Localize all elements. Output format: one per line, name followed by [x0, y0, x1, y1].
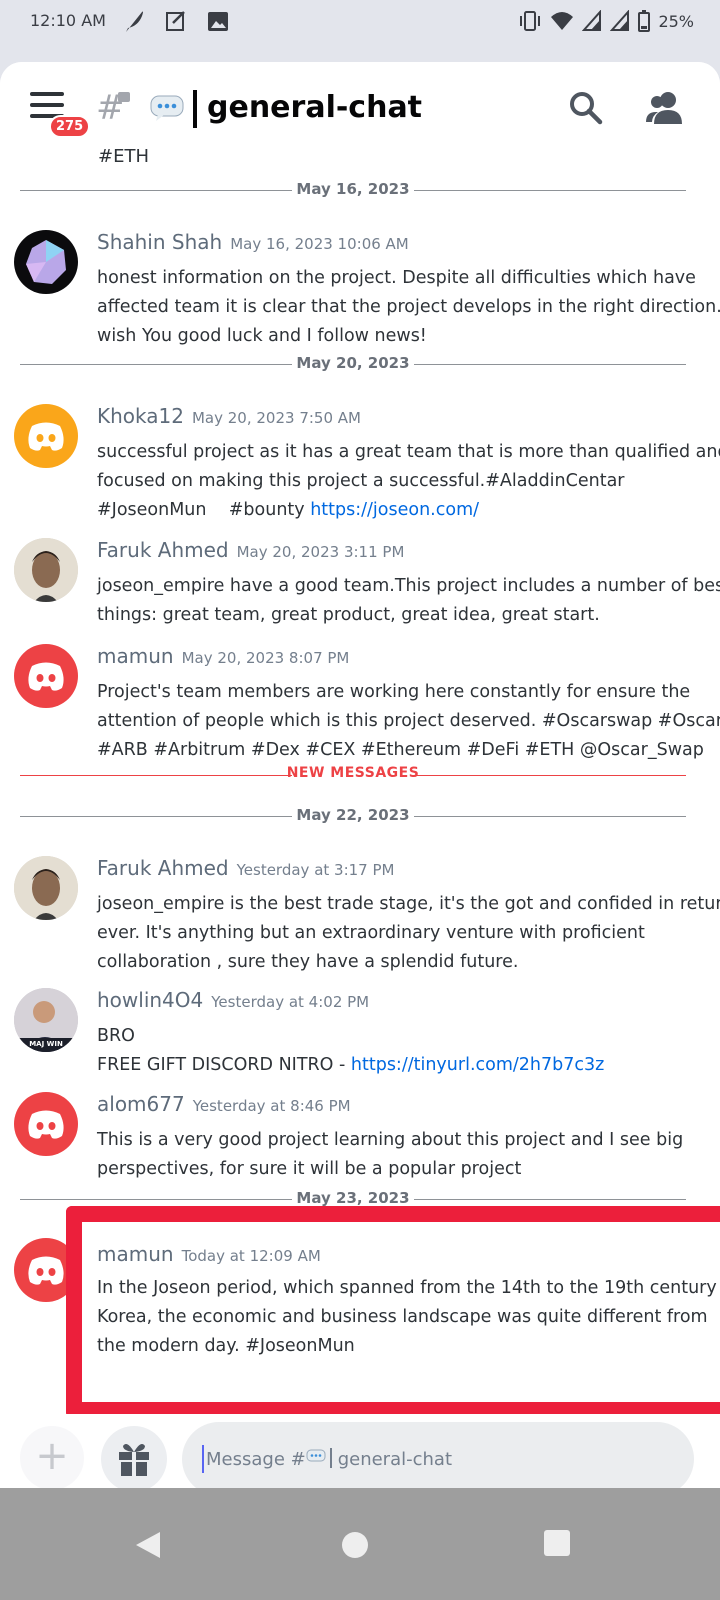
recents-icon[interactable] — [544, 1530, 570, 1556]
message-feed[interactable]: #ETH May 16, 2023 Shahin Shah May 16, 202… — [0, 62, 720, 1516]
date-divider: May 20, 2023 — [20, 354, 686, 374]
speech-bubble-icon — [150, 95, 184, 121]
home-icon[interactable] — [342, 1532, 368, 1558]
message-timestamp: May 20, 2023 3:11 PM — [236, 543, 405, 561]
signal-icon — [610, 10, 630, 31]
discord-logo-icon — [28, 662, 64, 691]
note-edit-icon — [166, 11, 185, 31]
battery-icon — [638, 10, 651, 32]
avatar[interactable] — [14, 856, 78, 920]
message-link[interactable]: https://tinyurl.com/2h7b7c3z — [351, 1055, 604, 1075]
message-timestamp: Yesterday at 8:46 PM — [192, 1097, 351, 1115]
date-divider: May 16, 2023 — [20, 180, 686, 200]
avatar[interactable] — [14, 230, 78, 294]
channel-name-divider — [193, 90, 197, 128]
message-content: joseon_empire have a good team.This proj… — [97, 576, 720, 625]
message-link[interactable]: https://joseon.com/ — [310, 500, 479, 520]
date-divider: May 22, 2023 — [20, 806, 686, 826]
message-content: joseon_empire is the best trade stage, i… — [97, 894, 720, 972]
highlight-annotation-box — [66, 1206, 720, 1418]
avatar[interactable] — [14, 644, 78, 708]
lock-icon — [118, 92, 130, 102]
message-content: honest information on the project. Despi… — [97, 268, 720, 346]
status-notification-icons — [122, 8, 230, 34]
discord-app: #ETH May 16, 2023 Shahin Shah May 16, 202… — [0, 62, 720, 1516]
input-placeholder: Message # — [206, 1449, 306, 1470]
search-icon[interactable] — [568, 90, 604, 126]
mention-badge: 275 — [49, 115, 91, 138]
message-content: This is a very good project learning abo… — [97, 1130, 684, 1179]
message-author[interactable]: Khoka12 — [97, 404, 184, 428]
image-icon — [208, 12, 228, 31]
message-author[interactable]: Faruk Ahmed — [97, 538, 229, 562]
avatar-caption: MAJ WIN — [29, 1040, 63, 1048]
members-icon[interactable] — [646, 90, 686, 126]
message-timestamp: May 20, 2023 8:07 PM — [181, 649, 350, 667]
avatar[interactable] — [14, 1092, 78, 1156]
feather-icon — [126, 11, 143, 32]
message-content: BRO FREE GIFT DISCORD NITRO - https://ti… — [97, 1026, 605, 1075]
avatar[interactable] — [14, 404, 78, 468]
hamburger-icon — [30, 92, 64, 96]
message-author[interactable]: mamun — [97, 644, 174, 668]
message-author[interactable]: Shahin Shah — [97, 230, 222, 254]
message-author[interactable]: howlin4O4 — [97, 988, 203, 1012]
status-bar: 12:10 AM 25% — [0, 0, 720, 44]
message-timestamp: May 16, 2023 10:06 AM — [230, 235, 409, 253]
message-input[interactable]: Message # general-chat — [182, 1422, 694, 1496]
avatar[interactable]: MAJ WIN — [14, 988, 78, 1052]
channel-title[interactable]: general-chat — [207, 90, 422, 125]
message-content: Project's team members are working here … — [97, 682, 720, 760]
gift-icon — [119, 1444, 149, 1476]
message-author[interactable]: alom677 — [97, 1092, 185, 1116]
partial-message-text: #ETH — [98, 146, 149, 167]
input-placeholder-channel: general-chat — [337, 1449, 453, 1470]
discord-logo-icon — [28, 422, 64, 451]
message-timestamp: Yesterday at 4:02 PM — [211, 993, 370, 1011]
channel-header: 275 # general-chat — [0, 62, 720, 148]
plus-icon: + — [35, 1433, 69, 1479]
vibrate-icon — [520, 11, 541, 31]
gift-button[interactable] — [101, 1426, 167, 1492]
discord-logo-icon — [28, 1110, 64, 1139]
android-nav-bar — [0, 1488, 720, 1600]
avatar[interactable] — [14, 538, 78, 602]
speech-bubble-icon — [306, 1449, 326, 1462]
status-system-icons: 25% — [518, 10, 694, 32]
message-content: successful project as it has a great tea… — [97, 442, 720, 520]
text-caret — [202, 1445, 204, 1473]
status-time: 12:10 AM — [30, 11, 106, 30]
wifi-icon — [551, 12, 574, 30]
battery-percent: 25% — [658, 11, 694, 31]
new-messages-divider: NEW MESSAGES — [20, 765, 686, 785]
back-icon[interactable] — [134, 1530, 162, 1560]
message-author[interactable]: Faruk Ahmed — [97, 856, 229, 880]
signal-icon — [582, 10, 602, 31]
message-timestamp: May 20, 2023 7:50 AM — [191, 409, 361, 427]
attach-button[interactable]: + — [20, 1426, 84, 1490]
message-timestamp: Yesterday at 3:17 PM — [236, 861, 395, 879]
